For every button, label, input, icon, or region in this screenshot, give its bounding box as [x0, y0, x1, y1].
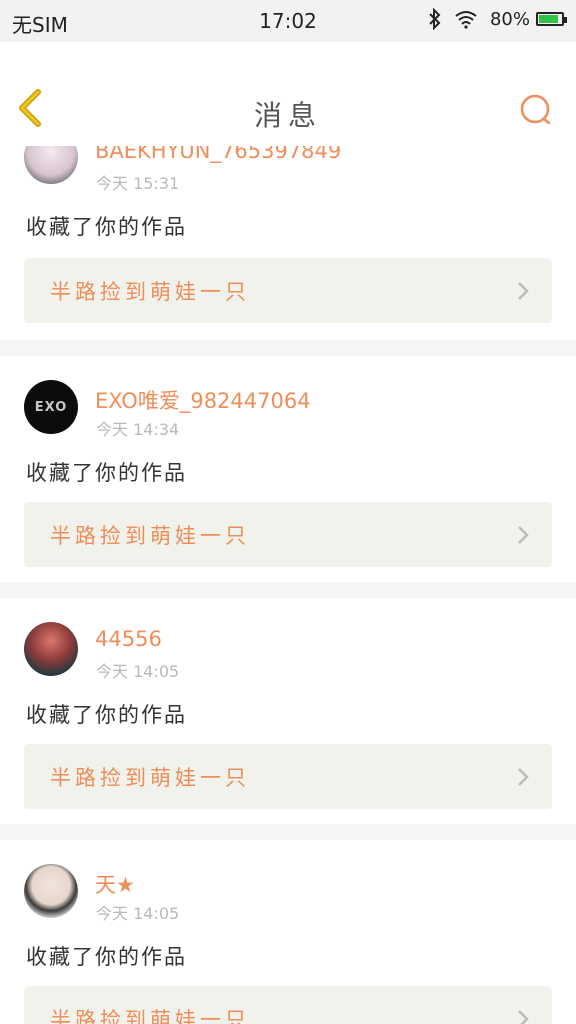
avatar-logo-text: EXO [34, 399, 68, 415]
message-card: EXO EXO唯爱_982447064 今天 14:34 收藏了你的作品 半路捡… [0, 356, 576, 582]
work-link[interactable]: 半路捡到萌娃一只 [24, 258, 552, 323]
message-action: 收藏了你的作品 [26, 461, 187, 485]
battery-icon [536, 12, 567, 26]
username-link[interactable]: BAEKHYUN_765397849 [95, 146, 341, 163]
page-title: 消息 [253, 99, 322, 132]
message-time: 今天 14:05 [96, 662, 180, 681]
chevron-right-icon [518, 768, 529, 786]
work-link[interactable]: 半路捡到萌娃一只 [24, 502, 552, 567]
message-list[interactable]: BAEKHYUN_765397849 今天 15:31 收藏了你的作品 半路捡到… [0, 146, 576, 1024]
status-bar: 无SIM 17:02 80% [0, 0, 576, 42]
work-link[interactable]: 半路捡到萌娃一只 [24, 744, 552, 809]
avatar[interactable] [24, 864, 78, 918]
status-icons: 80% [428, 8, 567, 30]
message-action: 收藏了你的作品 [26, 215, 187, 239]
search-icon[interactable] [518, 92, 554, 128]
work-title: 半路捡到萌娃一只 [50, 1008, 250, 1024]
nav-bar: 消息 [0, 42, 576, 147]
work-title: 半路捡到萌娃一只 [50, 766, 250, 790]
message-card: 44556 今天 14:05 收藏了你的作品 半路捡到萌娃一只 [0, 598, 576, 824]
avatar[interactable] [24, 146, 78, 184]
battery-percent: 80% [489, 8, 530, 30]
chevron-right-icon [518, 526, 529, 544]
chevron-right-icon [518, 282, 529, 300]
message-time: 今天 14:34 [96, 420, 180, 439]
username-link[interactable]: 天★ [95, 869, 135, 899]
bluetooth-icon [429, 8, 441, 30]
message-action: 收藏了你的作品 [26, 703, 187, 727]
username-link[interactable]: EXO唯爱_982447064 [95, 385, 311, 415]
work-link[interactable]: 半路捡到萌娃一只 [24, 986, 552, 1024]
wifi-icon [455, 11, 477, 29]
work-title: 半路捡到萌娃一只 [50, 524, 250, 548]
avatar[interactable] [24, 622, 78, 676]
chevron-right-icon [518, 1010, 529, 1024]
message-time: 今天 14:05 [96, 904, 180, 923]
message-card: 天★ 今天 14:05 收藏了你的作品 半路捡到萌娃一只 [0, 840, 576, 1024]
avatar[interactable]: EXO [24, 380, 78, 434]
message-action: 收藏了你的作品 [26, 945, 187, 969]
username-link[interactable]: 44556 [95, 627, 162, 651]
message-card: BAEKHYUN_765397849 今天 15:31 收藏了你的作品 半路捡到… [0, 146, 576, 340]
work-title: 半路捡到萌娃一只 [50, 280, 250, 304]
message-time: 今天 15:31 [96, 174, 180, 193]
